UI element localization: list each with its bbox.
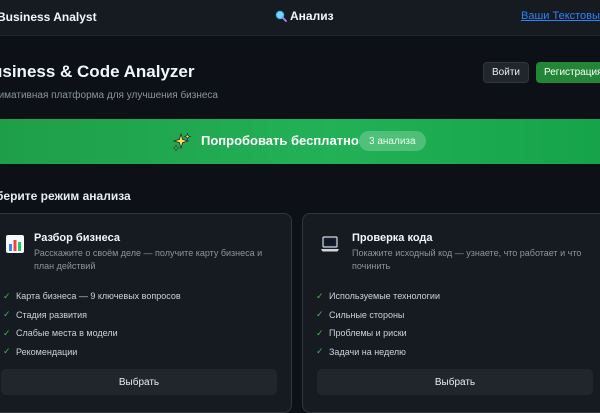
list-item: ✓ Проблемы и риски xyxy=(316,324,440,343)
check-icon: ✓ xyxy=(316,346,324,357)
list-item: ✓ Задачи на неделю xyxy=(316,343,440,362)
list-item: ✓ Рекомендации xyxy=(3,343,181,362)
analysis-count-badge: 3 анализа xyxy=(359,131,426,151)
bar-chart-icon xyxy=(6,235,24,253)
card-title: Разбор бизнеса xyxy=(34,232,120,244)
free-trial-banner[interactable]: Попробовать бесплатно 3 анализа xyxy=(0,119,600,164)
check-icon: ✓ xyxy=(3,290,11,301)
list-item: ✓ Слабые места в модели xyxy=(3,324,181,343)
nav-analysis[interactable]: Анализ xyxy=(275,9,334,23)
list-item: ✓ Карта бизнеса — 9 ключевых вопросов xyxy=(3,287,181,306)
check-icon: ✓ xyxy=(316,327,324,338)
feature-list: ✓ Карта бизнеса — 9 ключевых вопросов ✓ … xyxy=(3,287,181,361)
card-description: Расскажите о своём деле — получите карту… xyxy=(34,248,263,271)
select-business-button[interactable]: Выбрать xyxy=(1,369,277,395)
check-icon: ✓ xyxy=(3,309,11,320)
list-item: ✓ Сильные стороны xyxy=(316,306,440,325)
laptop-icon xyxy=(321,236,339,252)
check-icon: ✓ xyxy=(3,327,11,338)
brand-name[interactable]: Business Analyst xyxy=(0,10,97,24)
top-navigation-bar: Business Analyst Анализ Ваши Текстовые..… xyxy=(0,0,600,36)
search-icon xyxy=(275,10,287,22)
card-description: Покажите исходный код — узнаете, что раб… xyxy=(352,248,582,271)
nav-analysis-label: Анализ xyxy=(290,9,334,23)
select-code-button[interactable]: Выбрать xyxy=(317,369,593,395)
top-right-link[interactable]: Ваши Текстовые... xyxy=(521,10,600,22)
feature-label: Слабые места в модели xyxy=(16,328,118,339)
free-trial-text: Попробовать бесплатно xyxy=(201,133,359,148)
feature-label: Сильные стороны xyxy=(329,309,405,320)
feature-label: Рекомендации xyxy=(16,346,78,357)
feature-list: ✓ Используемые технологии ✓ Сильные стор… xyxy=(316,287,440,361)
card-title: Проверка кода xyxy=(352,232,433,244)
sparkles-icon xyxy=(172,132,192,152)
list-item: ✓ Стадия развития xyxy=(3,306,181,325)
feature-label: Карта бизнеса — 9 ключевых вопросов xyxy=(16,291,181,302)
register-button[interactable]: Регистрация xyxy=(536,62,600,83)
check-icon: ✓ xyxy=(316,309,324,320)
login-button[interactable]: Войти xyxy=(483,62,529,83)
list-item: ✓ Используемые технологии xyxy=(316,287,440,306)
page-subtitle: тимативная платформа для улучшения бизне… xyxy=(0,90,218,101)
check-icon: ✓ xyxy=(3,346,11,357)
feature-label: Используемые технологии xyxy=(329,291,440,302)
business-analysis-card[interactable]: Разбор бизнеса Расскажите о своём деле —… xyxy=(0,213,292,413)
code-review-card[interactable]: Проверка кода Покажите исходный код — уз… xyxy=(302,213,600,413)
mode-section-title: берите режим анализа xyxy=(0,189,131,203)
feature-label: Проблемы и риски xyxy=(329,328,407,339)
page-title: usiness & Code Analyzer xyxy=(0,62,195,81)
feature-label: Стадия развития xyxy=(16,309,88,320)
check-icon: ✓ xyxy=(316,290,324,301)
feature-label: Задачи на неделю xyxy=(329,346,406,357)
